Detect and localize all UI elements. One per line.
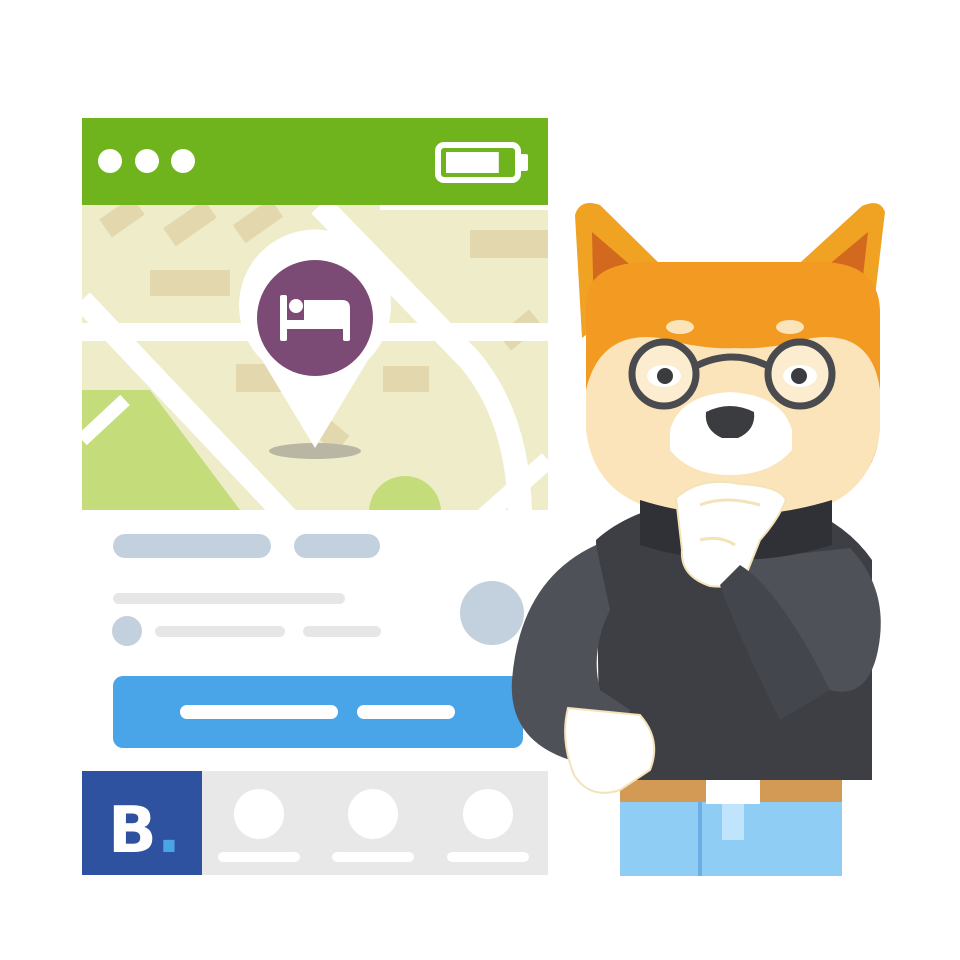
illustration-scene: B.: [82, 118, 885, 876]
logo-text: B.: [108, 794, 181, 868]
nav-icon-placeholder: [348, 789, 398, 839]
window-dot-icon: [135, 149, 159, 173]
bottom-nav: [202, 771, 548, 875]
button-label-placeholder: [357, 705, 455, 719]
rating-avatar-placeholder: [112, 616, 142, 646]
nav-label-placeholder: [447, 852, 529, 862]
character-jeans: [620, 778, 842, 876]
nav-icon-placeholder: [463, 789, 513, 839]
nav-label-placeholder: [332, 852, 414, 862]
book-button[interactable]: [113, 676, 523, 748]
window-dot-icon: [171, 149, 195, 173]
nav-label-placeholder: [218, 852, 300, 862]
listing-details: [112, 534, 524, 646]
title-placeholder: [113, 534, 271, 558]
app-mockup: B.: [82, 118, 548, 875]
shiba-character: [511, 202, 885, 876]
booking-logo[interactable]: B.: [82, 771, 202, 875]
button-label-placeholder: [180, 705, 338, 719]
battery-level-fill: [446, 152, 499, 173]
text-line-placeholder: [303, 626, 381, 637]
thumbnail-placeholder: [460, 581, 524, 645]
map-park-round: [369, 476, 441, 510]
nav-icon-placeholder: [234, 789, 284, 839]
text-line-placeholder: [113, 593, 345, 604]
phone-header: [82, 118, 548, 205]
window-dot-icon: [98, 149, 122, 173]
belt-buckle: [706, 778, 760, 804]
text-line-placeholder: [155, 626, 285, 637]
subtitle-placeholder: [294, 534, 380, 558]
